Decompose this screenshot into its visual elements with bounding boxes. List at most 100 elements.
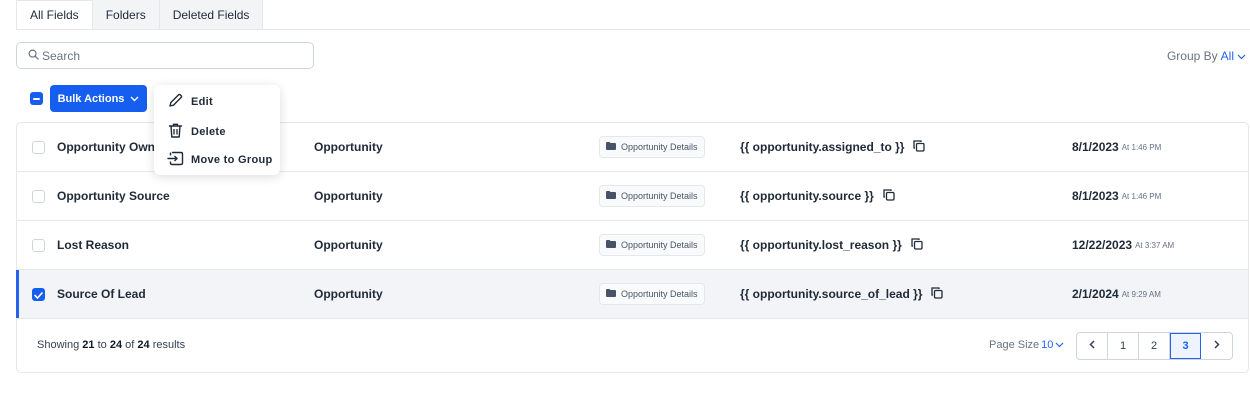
table-row[interactable]: Lost Reason Opportunity Opportunity Deta…: [17, 221, 1248, 270]
to-label: to: [97, 339, 107, 351]
folder-icon: [606, 240, 616, 250]
folder-badge[interactable]: Opportunity Details: [599, 234, 705, 256]
previous-page-button[interactable]: [1077, 333, 1108, 359]
field-name[interactable]: Opportunity Owner: [57, 123, 166, 171]
tab-folders[interactable]: Folders: [92, 0, 160, 30]
next-page-button[interactable]: [1201, 333, 1232, 359]
chevron-right-icon: [1213, 340, 1220, 352]
results-label: results: [152, 339, 186, 351]
page-button-1[interactable]: 1: [1108, 333, 1139, 359]
tab-bar: All Fields Folders Deleted Fields: [16, 0, 264, 30]
field-object: Opportunity: [314, 140, 383, 154]
time-value: At 1:46 PM: [1121, 142, 1162, 152]
field-object: Opportunity: [314, 189, 383, 203]
table-row[interactable]: Opportunity Source Opportunity Opportuni…: [17, 172, 1248, 221]
copy-icon[interactable]: [931, 286, 944, 302]
updated-date: 8/1/2023 At 1:46 PM: [1072, 123, 1161, 171]
folder-cell: Opportunity Details: [599, 172, 705, 220]
field-key-cell: {{ opportunity.source_of_lead }}: [740, 270, 944, 318]
folder-label: Opportunity Details: [621, 191, 698, 201]
folder-cell: Opportunity Details: [599, 221, 705, 269]
group-by-value: All: [1220, 49, 1234, 63]
field-name[interactable]: Opportunity Source: [57, 172, 170, 220]
date-value: 8/1/2023: [1072, 140, 1119, 154]
updated-date: 8/1/2023 At 1:46 PM: [1072, 172, 1161, 220]
folder-label: Opportunity Details: [621, 240, 698, 250]
time-value: At 1:46 PM: [1121, 191, 1162, 201]
copy-icon[interactable]: [913, 139, 926, 155]
time-value: At 9:29 AM: [1121, 289, 1161, 299]
updated-date: 2/1/2024 At 9:29 AM: [1072, 270, 1161, 318]
search-box[interactable]: [16, 42, 314, 69]
menu-item-edit[interactable]: Edit: [167, 92, 213, 112]
results-from: 21: [82, 339, 95, 351]
field-key: {{ opportunity.source }}: [740, 189, 874, 203]
menu-item-label: Edit: [191, 96, 213, 108]
folder-label: Opportunity Details: [621, 142, 698, 152]
chevron-down-icon: [130, 93, 139, 105]
date-value: 12/22/2023: [1072, 238, 1133, 252]
group-by-dropdown[interactable]: Group By All: [1167, 49, 1246, 63]
menu-item-label: Move to Group: [191, 154, 273, 166]
pagination: 1 2 3: [1076, 332, 1233, 360]
search-input[interactable]: [42, 48, 302, 63]
menu-item-delete[interactable]: Delete: [167, 122, 226, 142]
chevron-down-icon: [1055, 339, 1064, 351]
field-key: {{ opportunity.source_of_lead }}: [740, 287, 923, 301]
menu-item-label: Delete: [191, 126, 226, 138]
search-icon: [28, 49, 39, 63]
group-by-label: Group By: [1166, 49, 1218, 63]
page-button-3[interactable]: 3: [1170, 333, 1201, 359]
results-to: 24: [109, 339, 123, 351]
chevron-down-icon: [1237, 49, 1246, 63]
bulk-actions-button[interactable]: Bulk Actions: [50, 85, 147, 112]
chevron-left-icon: [1089, 340, 1095, 352]
move-to-group-icon: [167, 151, 184, 169]
bulk-actions-menu: Edit Delete Move to Group: [154, 85, 280, 175]
row-checkbox[interactable]: [32, 190, 45, 203]
check-icon: [34, 288, 43, 302]
of-label: of: [125, 339, 135, 351]
field-key-cell: {{ opportunity.source }}: [740, 172, 895, 220]
field-object: Opportunity: [314, 238, 383, 252]
tabs-divider: [16, 29, 1250, 30]
bulk-actions-label: Bulk Actions: [57, 92, 125, 105]
row-checkbox[interactable]: [32, 288, 45, 301]
page-size-dropdown[interactable]: Page Size 10: [989, 339, 1064, 351]
field-name[interactable]: Lost Reason: [57, 221, 129, 269]
folder-badge[interactable]: Opportunity Details: [599, 283, 705, 305]
trash-icon: [167, 122, 184, 142]
folder-label: Opportunity Details: [621, 289, 698, 299]
copy-icon[interactable]: [883, 188, 895, 204]
date-value: 2/1/2024: [1072, 287, 1119, 301]
field-key-cell: {{ opportunity.lost_reason }}: [740, 221, 923, 269]
pencil-icon: [167, 92, 184, 112]
folder-cell: Opportunity Details: [599, 123, 705, 171]
date-value: 8/1/2023: [1072, 189, 1119, 203]
folder-badge[interactable]: Opportunity Details: [599, 136, 705, 158]
results-total: 24: [137, 339, 150, 351]
copy-icon[interactable]: [911, 237, 923, 253]
row-checkbox[interactable]: [32, 141, 45, 154]
updated-date: 12/22/2023 At 3:37 AM: [1072, 221, 1174, 269]
tab-all-fields[interactable]: All Fields: [16, 0, 93, 30]
tab-deleted-fields[interactable]: Deleted Fields: [159, 0, 264, 30]
results-summary: Showing 21 to 24 of 24 results: [37, 339, 185, 351]
field-object: Opportunity: [314, 287, 383, 301]
showing-label: Showing: [37, 339, 80, 351]
folder-icon: [606, 289, 616, 299]
menu-item-move-to-group[interactable]: Move to Group: [167, 151, 273, 169]
time-value: At 3:37 AM: [1135, 240, 1175, 250]
folder-badge[interactable]: Opportunity Details: [599, 185, 705, 207]
table-row[interactable]: Source Of Lead Opportunity Opportunity D…: [16, 270, 1248, 319]
row-checkbox[interactable]: [32, 239, 45, 252]
field-name[interactable]: Source Of Lead: [57, 270, 146, 318]
page-size-value: 10: [1041, 339, 1054, 351]
folder-icon: [606, 191, 616, 201]
page-size-label: Page Size: [989, 339, 1040, 351]
field-key: {{ opportunity.assigned_to }}: [740, 140, 905, 154]
folder-cell: Opportunity Details: [599, 270, 705, 318]
page-button-2[interactable]: 2: [1139, 333, 1170, 359]
select-all-checkbox[interactable]: [30, 92, 43, 105]
folder-icon: [606, 142, 616, 152]
